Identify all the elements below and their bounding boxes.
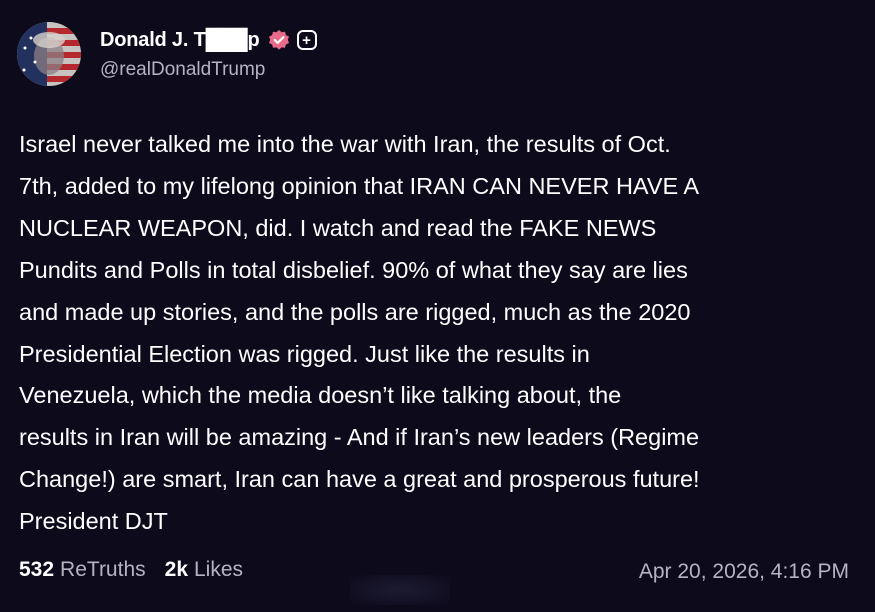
avatar-image	[17, 22, 81, 86]
avatar[interactable]	[17, 22, 81, 86]
author-name-row: Donald J. T███p +	[100, 26, 317, 54]
decorative-smudge	[350, 575, 450, 605]
post-stats: 532 ReTruths 2k Likes	[19, 558, 243, 582]
post-body-text: Israel never talked me into the war with…	[19, 131, 700, 535]
post-timestamp[interactable]: Apr 20, 2026, 4:16 PM	[639, 560, 849, 584]
retruths-count[interactable]: 532	[19, 558, 54, 582]
retruths-label[interactable]: ReTruths	[60, 558, 146, 582]
post-card: Donald J. T███p + @realDonaldTrump Israe…	[0, 0, 875, 612]
user-handle[interactable]: @realDonaldTrump	[100, 59, 265, 81]
verified-badge-icon	[268, 29, 290, 51]
display-name[interactable]: Donald J. T███p	[100, 29, 260, 52]
likes-count[interactable]: 2k	[165, 558, 188, 582]
plus-icon[interactable]: +	[296, 30, 317, 50]
likes-label[interactable]: Likes	[194, 558, 243, 582]
